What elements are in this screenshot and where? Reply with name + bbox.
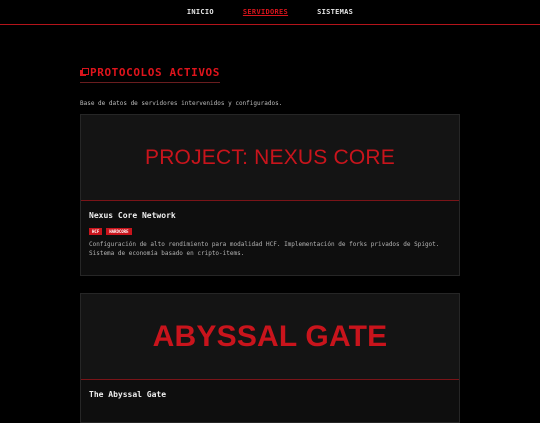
server-card-body: Nexus Core Network HCF HARDCORE Configur… — [81, 201, 459, 258]
top-nav: INICIO SERVIDORES SISTEMAS — [0, 0, 540, 25]
server-card-body: The Abyssal Gate — [81, 380, 459, 399]
tag-badge: HCF — [89, 228, 103, 235]
server-banner: ABYSSAL GATE — [81, 294, 459, 380]
nav-link-servidores[interactable]: SERVIDORES — [243, 8, 288, 16]
section-intro: Base de datos de servidores intervenidos… — [80, 100, 283, 107]
tag-badge: HARDCORE — [106, 228, 132, 235]
server-card[interactable]: PROJECT: NEXUS CORE Nexus Core Network H… — [80, 114, 460, 276]
server-banner-text: PROJECT: NEXUS CORE — [144, 145, 395, 169]
server-description: Configuración de alto rendimiento para m… — [89, 241, 440, 257]
section-title: PROTOCOLOS ACTIVOS — [90, 66, 221, 79]
nav-link-inicio[interactable]: INICIO — [187, 8, 214, 16]
server-banner: PROJECT: NEXUS CORE — [81, 115, 459, 201]
section-heading: PROTOCOLOS ACTIVOS — [80, 66, 221, 83]
nav-link-sistemas[interactable]: SISTEMAS — [317, 8, 353, 16]
server-card[interactable]: ABYSSAL GATE The Abyssal Gate — [80, 293, 460, 423]
server-title: Nexus Core Network — [89, 211, 176, 220]
server-title: The Abyssal Gate — [89, 390, 167, 399]
server-tags: HCF HARDCORE — [89, 228, 451, 235]
box-icon — [80, 67, 89, 76]
server-banner-text: ABYSSAL GATE — [152, 319, 388, 353]
